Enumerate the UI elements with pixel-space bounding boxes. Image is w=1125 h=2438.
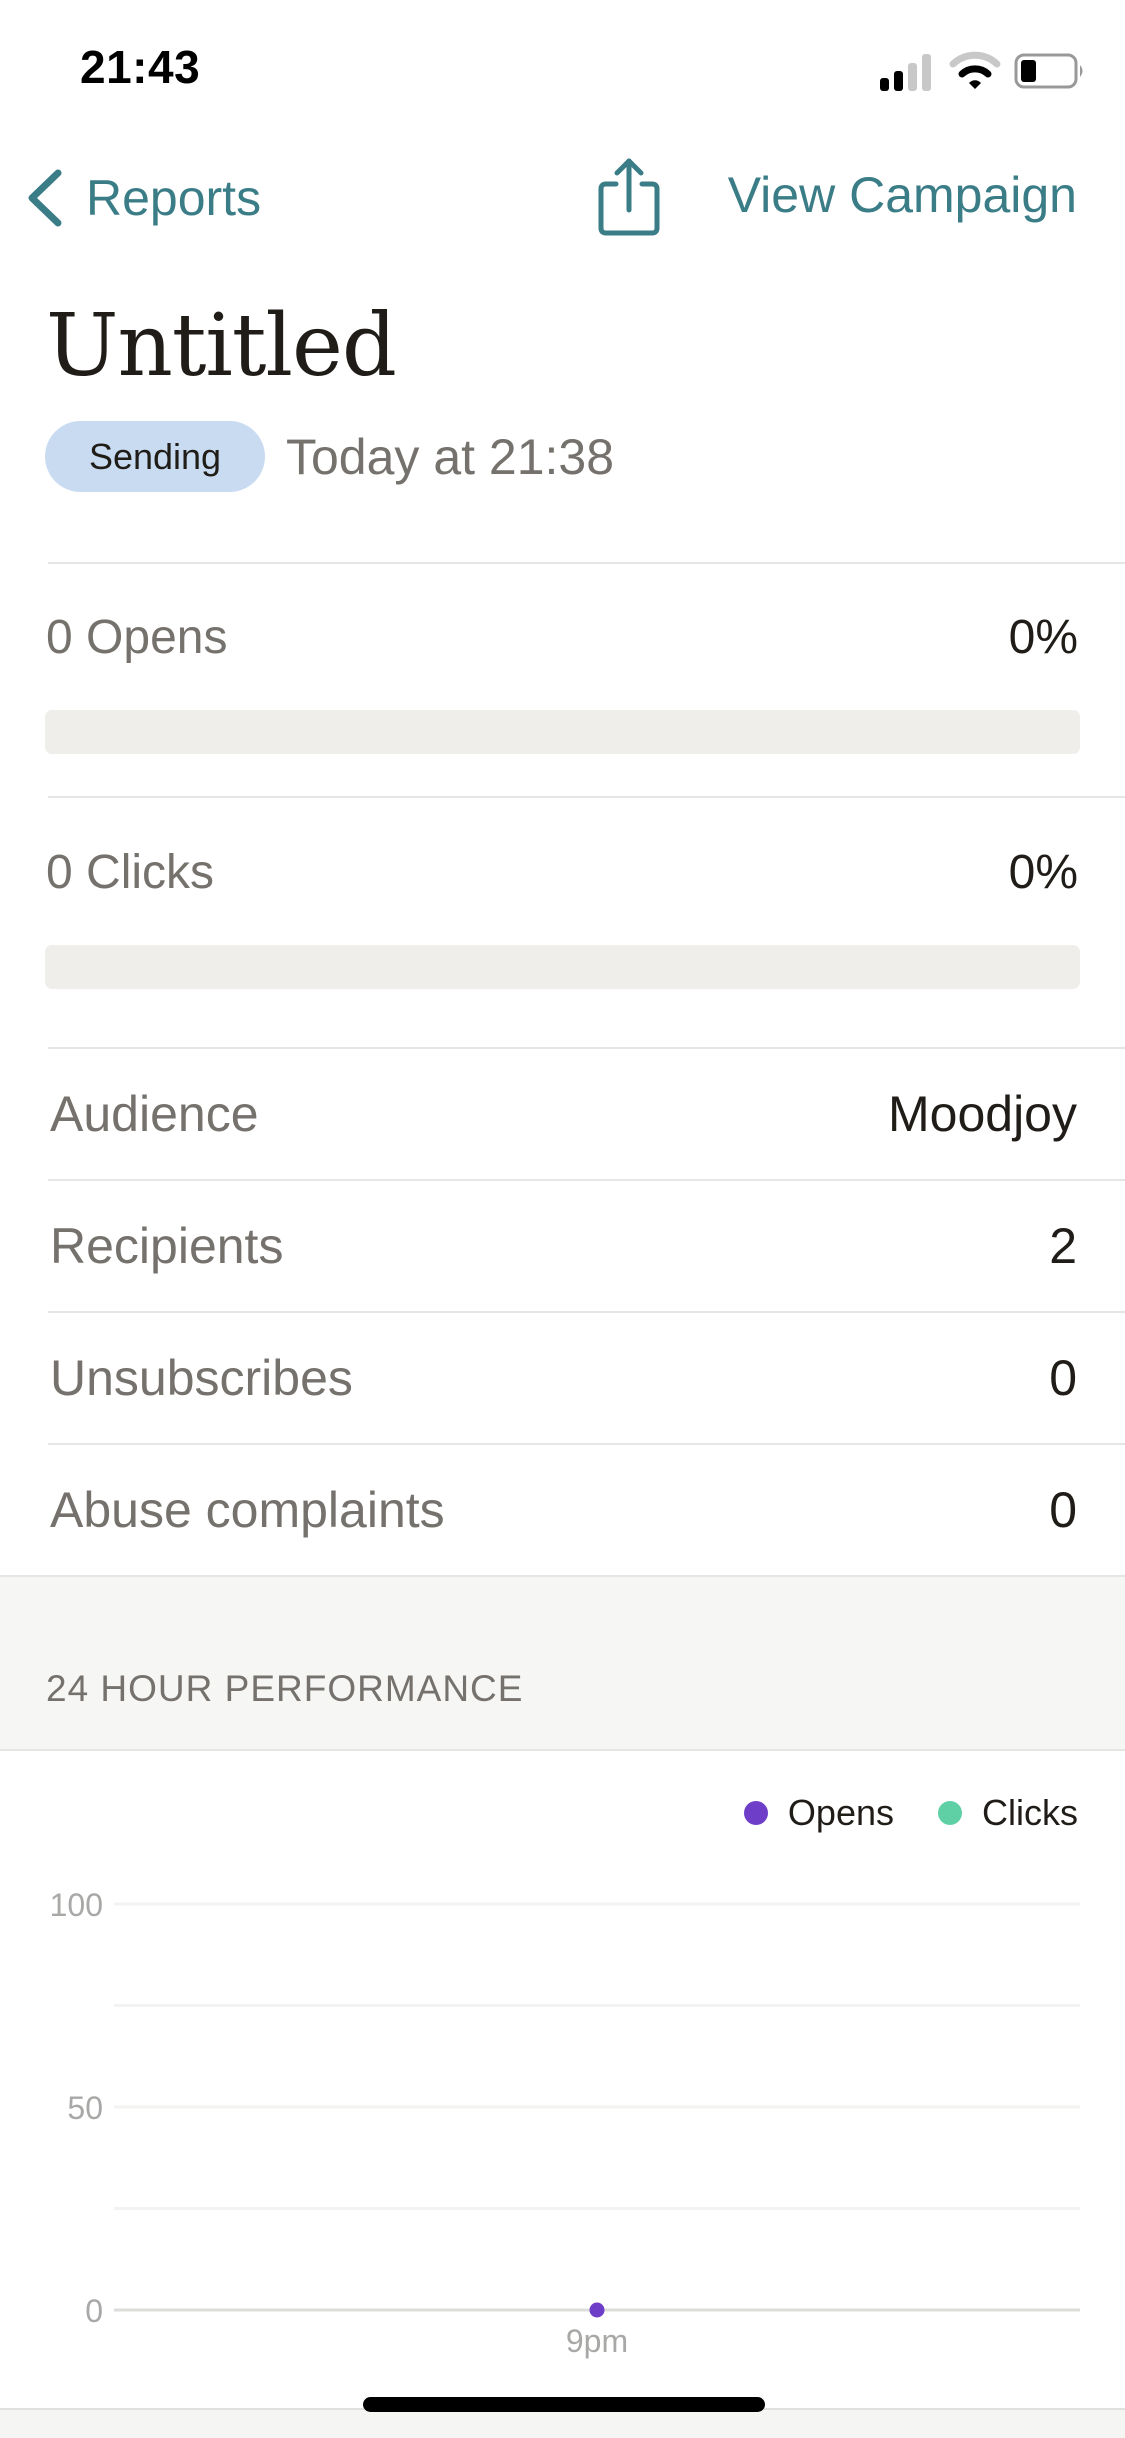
view-campaign-link[interactable]: View Campaign (728, 166, 1077, 224)
status-badge-label: Sending (88, 435, 222, 477)
detail-value: 2 (1049, 1218, 1077, 1274)
divider (0, 1749, 1125, 1751)
detail-label: Recipients (50, 1218, 284, 1274)
clicks-progress-bar (45, 945, 1080, 989)
detail-row-audience: Audience Moodjoy (48, 1049, 1125, 1179)
legend-item-clicks: Clicks (938, 1792, 1078, 1834)
status-badge: Sending (45, 421, 265, 492)
clicks-label: 0 Clicks (46, 846, 215, 899)
status-time: 21:43 (80, 41, 201, 93)
legend-label: Clicks (982, 1792, 1078, 1833)
divider (48, 796, 1125, 798)
bottom-bar (0, 2408, 1125, 2438)
detail-label: Abuse complaints (50, 1482, 445, 1538)
signal-bar (908, 63, 917, 91)
opens-label: 0 Opens (46, 611, 228, 664)
signal-bar (922, 54, 931, 91)
detail-label: Audience (50, 1086, 259, 1142)
signal-bar (880, 78, 889, 91)
status-icons (880, 51, 1083, 91)
divider (0, 1575, 1125, 1577)
chart-legend: Opens Clicks (700, 1792, 1078, 1834)
detail-row-abuse-complaints: Abuse complaints 0 (48, 1445, 1125, 1575)
performance-chart: 0 50 100 9pm (50, 1887, 1080, 2359)
campaign-title: Untitled (46, 296, 397, 396)
x-tick-label: 9pm (566, 2323, 628, 2359)
detail-label: Unsubscribes (50, 1350, 353, 1406)
sent-time: Today at 21:38 (286, 429, 615, 485)
y-tick-label: 50 (67, 2090, 103, 2126)
detail-value: Moodjoy (888, 1086, 1077, 1142)
battery-icon (1014, 53, 1083, 89)
legend-dot-opens (743, 1801, 768, 1825)
wifi-icon (949, 51, 1001, 89)
detail-value: 0 (1049, 1482, 1077, 1538)
section-header-background (0, 1576, 1125, 1750)
y-tick-label: 100 (50, 1887, 103, 1923)
detail-row-unsubscribes: Unsubscribes 0 (48, 1313, 1125, 1443)
detail-row-recipients: Recipients 2 (48, 1181, 1125, 1311)
opens-progress-bar (45, 710, 1080, 754)
divider (48, 562, 1125, 564)
signal-icon (880, 54, 931, 91)
section-title: 24 HOUR PERFORMANCE (46, 1668, 524, 1709)
chevron-left-icon (28, 169, 62, 227)
home-indicator[interactable] (363, 2397, 765, 2412)
legend-label: Opens (787, 1792, 894, 1833)
legend-dot-clicks (938, 1801, 962, 1825)
back-button[interactable]: Reports (24, 162, 261, 234)
detail-value: 0 (1049, 1350, 1077, 1406)
y-tick-label: 0 (85, 2293, 103, 2329)
clicks-percent: 0% (1008, 846, 1078, 899)
back-label: Reports (86, 170, 262, 226)
signal-bar (894, 71, 903, 91)
share-icon[interactable] (596, 156, 662, 238)
legend-item-opens: Opens (743, 1792, 894, 1834)
data-point-opens (589, 2302, 605, 2318)
opens-percent: 0% (1008, 611, 1078, 664)
